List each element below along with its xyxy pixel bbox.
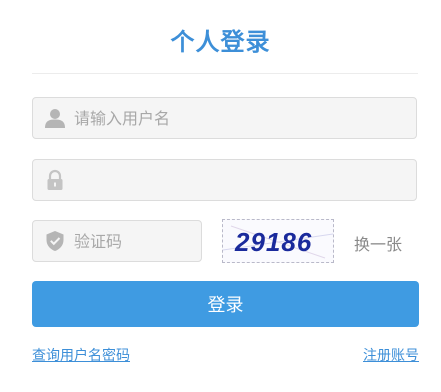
password-input[interactable]	[74, 160, 408, 200]
password-field[interactable]	[32, 159, 417, 201]
captcha-field[interactable]	[32, 220, 202, 262]
user-icon	[44, 107, 66, 129]
username-field[interactable]	[32, 97, 417, 139]
username-input[interactable]	[74, 98, 408, 138]
page-title: 个人登录	[170, 28, 271, 56]
captcha-image-text: 29186	[234, 227, 312, 257]
captcha-input[interactable]	[74, 221, 193, 261]
divider	[32, 73, 418, 74]
shield-check-icon	[44, 230, 66, 252]
refresh-captcha-link[interactable]: 换一张	[354, 231, 402, 255]
register-link[interactable]: 注册账号	[363, 345, 419, 365]
login-button[interactable]: 登录	[32, 281, 419, 327]
forgot-credentials-link[interactable]: 查询用户名密码	[32, 345, 130, 365]
captcha-image[interactable]: 29186	[222, 219, 334, 263]
login-panel: 个人登录 请输入用户名 验证码 29186 换一张 登录 查询用户名密码 注册账…	[0, 0, 441, 392]
lock-icon	[44, 169, 66, 191]
